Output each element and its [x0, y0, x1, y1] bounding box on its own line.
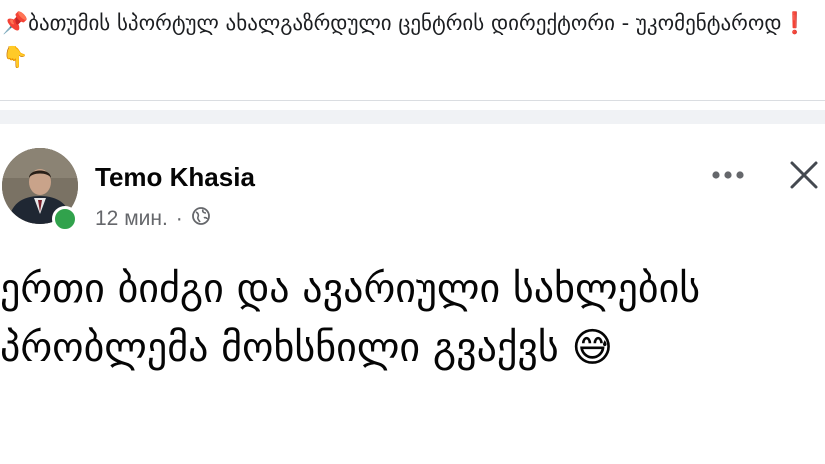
- online-status-indicator: [52, 206, 78, 232]
- globe-icon: [191, 206, 211, 232]
- facebook-post-card: Temo Khasia 12 мин. · ერთი ბიძგი და ავარ…: [0, 124, 825, 464]
- post-text: ერთი ბიძგი და ავარიული სახლების პრობლემა…: [0, 266, 701, 371]
- post-caption: 📌ბათუმის სპორტულ ახალგაზრდული ცენტრის დი…: [2, 11, 808, 69]
- section-gap: [0, 110, 825, 124]
- post-timestamp[interactable]: 12 мин.: [95, 207, 168, 231]
- author-name[interactable]: Temo Khasia: [95, 162, 255, 193]
- close-button[interactable]: [783, 154, 825, 196]
- close-icon: [790, 161, 818, 189]
- more-options-button[interactable]: [706, 160, 750, 190]
- post-meta: 12 мин. ·: [95, 206, 211, 232]
- more-options-icon: [712, 171, 744, 179]
- divider: [0, 100, 825, 101]
- meta-separator: ·: [175, 207, 183, 230]
